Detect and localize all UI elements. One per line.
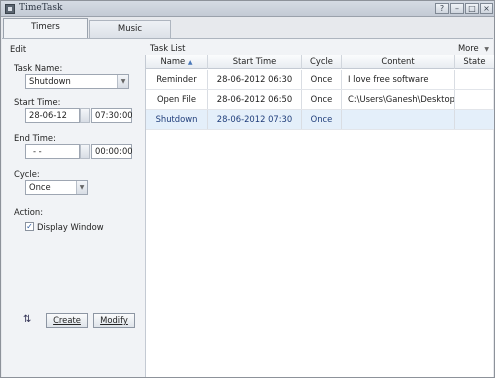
create-label: Create [53, 315, 81, 325]
cell-name: Shutdown [146, 110, 208, 129]
table-row[interactable]: Shutdown 28-06-2012 07:30 Once [146, 110, 494, 130]
cycle-label: Cycle: [14, 169, 40, 179]
chevron-down-icon: ▼ [484, 46, 489, 53]
end-date-spin[interactable] [80, 144, 90, 159]
more-label: More [457, 43, 479, 53]
start-time-label: Start Time: [14, 97, 61, 107]
start-date-field[interactable]: 28-06-12 [25, 108, 80, 123]
maximize-icon[interactable]: □ [465, 3, 479, 14]
cell-start: 28-06-2012 07:30 [208, 110, 302, 129]
col-state[interactable]: State [455, 55, 494, 69]
task-grid: Name ▲ Start Time Cycle Content State Re… [145, 55, 494, 377]
swap-icon[interactable]: ⇅ [23, 314, 31, 325]
task-name-value: Shutdown [29, 76, 71, 86]
window-title: TimeTask [19, 3, 63, 13]
task-list-header: Task List More ▼ [145, 39, 493, 55]
timers-panel: Edit Task Name: Shutdown ▼ Start Time: 2… [2, 38, 494, 377]
cell-start: 28-06-2012 06:30 [208, 70, 302, 89]
task-list-title: Task List [150, 43, 186, 53]
modify-button[interactable]: Modify [93, 313, 135, 328]
col-content[interactable]: Content [342, 55, 455, 69]
cell-state [455, 110, 494, 129]
minimize-icon[interactable]: – [450, 3, 464, 14]
cell-content [342, 110, 455, 129]
end-time-field[interactable]: 00:00:00 [91, 144, 133, 159]
cell-name: Open File [146, 90, 208, 109]
cell-content: C:\Users\Ganesh\Desktop\... [342, 90, 455, 109]
chevron-down-icon[interactable]: ▼ [117, 75, 128, 88]
more-menu[interactable]: More ▼ [458, 43, 489, 53]
col-name-label: Name [160, 56, 186, 66]
cycle-combo[interactable]: Once ▼ [25, 180, 88, 195]
cell-state [455, 90, 494, 109]
display-window-label: Display Window [37, 222, 104, 232]
tab-music[interactable]: Music [89, 20, 171, 38]
cell-name: Reminder [146, 70, 208, 89]
sort-up-icon: ▲ [187, 59, 193, 66]
edit-heading: Edit [10, 44, 27, 54]
close-icon[interactable]: × [480, 3, 493, 14]
task-name-label: Task Name: [14, 63, 63, 73]
col-cycle[interactable]: Cycle [302, 55, 342, 69]
table-row[interactable]: Open File 28-06-2012 06:50 Once C:\Users… [146, 90, 494, 110]
col-start-time[interactable]: Start Time [208, 55, 302, 69]
cell-cycle: Once [302, 90, 342, 109]
end-date-field[interactable]: - - [25, 144, 80, 159]
cell-start: 28-06-2012 06:50 [208, 90, 302, 109]
display-window-checkbox[interactable]: ✓ [25, 222, 34, 231]
cycle-value: Once [29, 182, 51, 192]
modify-label: Modify [100, 315, 128, 325]
col-name[interactable]: Name ▲ [146, 55, 208, 69]
action-label: Action: [14, 207, 44, 217]
cell-cycle: Once [302, 110, 342, 129]
title-bar[interactable]: TimeTask ? – □ × [1, 1, 494, 17]
create-button[interactable]: Create [46, 313, 88, 328]
chevron-down-icon[interactable]: ▼ [76, 181, 87, 194]
tab-timers[interactable]: Timers [3, 18, 88, 38]
tab-bar: Timers Music [1, 18, 494, 38]
table-row[interactable]: Reminder 28-06-2012 06:30 Once I love fr… [146, 70, 494, 90]
app-icon [5, 4, 15, 14]
start-time-field[interactable]: 07:30:00 [91, 108, 133, 123]
cell-cycle: Once [302, 70, 342, 89]
cell-state [455, 70, 494, 89]
cell-content: I love free software [342, 70, 455, 89]
end-time-label: End Time: [14, 133, 56, 143]
task-name-combo[interactable]: Shutdown ▼ [25, 74, 129, 89]
app-window: TimeTask ? – □ × Timers Music Edit Task … [0, 0, 495, 378]
start-date-spin[interactable] [80, 108, 90, 123]
grid-header: Name ▲ Start Time Cycle Content State [146, 55, 494, 69]
help-icon[interactable]: ? [435, 3, 449, 14]
